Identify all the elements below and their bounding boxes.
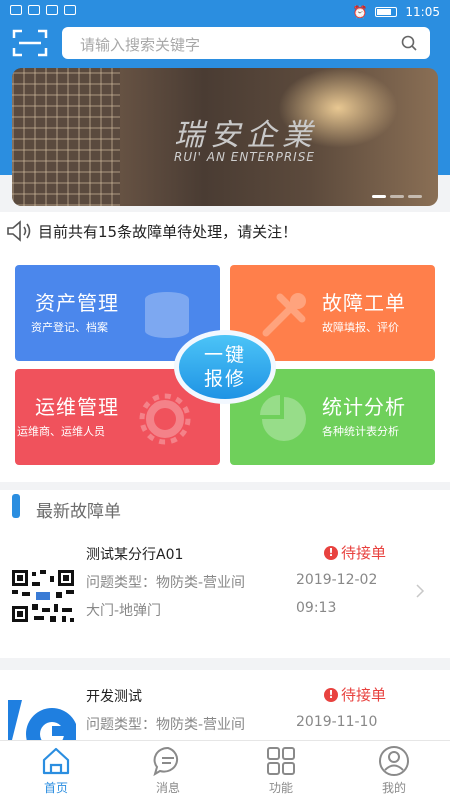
carousel-dot bbox=[408, 195, 422, 198]
qr-code-icon bbox=[10, 568, 76, 624]
tab-functions[interactable]: 功能 bbox=[241, 745, 321, 796]
order-title: 测试某分行A01 bbox=[86, 547, 184, 563]
speaker-icon bbox=[7, 220, 31, 242]
tile-subtitle: 运维商、运维人员 bbox=[17, 425, 105, 438]
tools-icon bbox=[262, 293, 306, 337]
order-location: 大门-地弹门 bbox=[86, 603, 162, 619]
alert-icon: ! bbox=[324, 687, 338, 702]
order-date: 2019-11-10 bbox=[296, 714, 378, 730]
order-date: 2019-12-02 bbox=[296, 572, 378, 588]
list-item[interactable]: 测试某分行A01 ! 待接单 问题类型：物防类-营业间 2019-12-02 大… bbox=[0, 528, 450, 658]
status-bar: ⏰ 11:05 bbox=[0, 0, 450, 26]
tab-home[interactable]: 首页 bbox=[16, 745, 96, 796]
tab-messages[interactable]: 消息 bbox=[128, 745, 208, 796]
bottom-tab-bar: 首页 消息 功能 我的 bbox=[0, 740, 450, 800]
section-accent-bar bbox=[12, 494, 20, 518]
notification-icon bbox=[46, 5, 58, 15]
scan-button[interactable] bbox=[12, 28, 48, 58]
order-time: 09:13 bbox=[296, 600, 337, 616]
repair-label-line1: 一键 bbox=[203, 344, 246, 366]
tile-subtitle: 资产登记、档案 bbox=[31, 321, 108, 334]
user-icon bbox=[379, 746, 409, 776]
banner-lattice-decoration bbox=[12, 68, 120, 206]
status-indicators bbox=[10, 5, 76, 15]
tile-title: 统计分析 bbox=[322, 395, 406, 419]
database-icon bbox=[145, 292, 189, 338]
app-logo-icon bbox=[8, 700, 76, 740]
search-input[interactable]: 请输入搜索关键字 bbox=[62, 27, 430, 59]
order-type: 问题类型：物防类-营业间 bbox=[86, 717, 246, 733]
carousel-indicator bbox=[372, 195, 422, 198]
tab-label: 消息 bbox=[155, 781, 180, 795]
status-time: 11:05 bbox=[405, 5, 440, 19]
bell-icon bbox=[64, 5, 76, 15]
status-badge: ! 待接单 bbox=[324, 542, 386, 563]
alert-icon: ! bbox=[324, 545, 338, 560]
one-click-repair-button[interactable]: 一键 报修 bbox=[174, 330, 276, 404]
repair-label-line2: 报修 bbox=[203, 368, 246, 390]
carousel-dot bbox=[372, 195, 386, 198]
signal-icon bbox=[10, 5, 22, 15]
wifi-icon bbox=[28, 5, 40, 15]
status-text: 待接单 bbox=[341, 544, 387, 562]
message-icon bbox=[153, 746, 179, 777]
grid-icon bbox=[267, 747, 295, 775]
tab-label: 我的 bbox=[381, 781, 406, 795]
search-placeholder: 请输入搜索关键字 bbox=[80, 36, 201, 54]
scan-icon bbox=[12, 29, 48, 57]
status-badge: ! 待接单 bbox=[324, 684, 386, 705]
tile-title: 故障工单 bbox=[322, 291, 406, 315]
tab-mine[interactable]: 我的 bbox=[354, 745, 434, 796]
notice-text: 目前共有15条故障单待处理，请关注！ bbox=[38, 223, 298, 241]
pie-chart-icon bbox=[260, 395, 306, 441]
tile-title: 运维管理 bbox=[35, 395, 119, 419]
latest-orders-header: 最新故障单 bbox=[0, 490, 450, 528]
tile-subtitle: 故障填报、评价 bbox=[322, 321, 399, 334]
tab-label: 功能 bbox=[268, 781, 293, 795]
tile-subtitle: 各种统计表分析 bbox=[322, 425, 399, 438]
gear-icon bbox=[139, 393, 191, 445]
order-type: 问题类型：物防类-营业间 bbox=[86, 575, 246, 591]
section-title: 最新故障单 bbox=[36, 502, 121, 522]
tile-title: 资产管理 bbox=[35, 291, 119, 315]
repair-button-face: 一键 报修 bbox=[179, 335, 271, 399]
notice-bar[interactable]: 目前共有15条故障单待处理，请关注！ bbox=[0, 212, 450, 250]
home-icon bbox=[42, 747, 70, 775]
alarm-icon: ⏰ bbox=[352, 5, 368, 19]
search-icon[interactable] bbox=[400, 34, 418, 52]
order-title: 开发测试 bbox=[86, 689, 142, 705]
chevron-right-icon bbox=[416, 584, 425, 598]
battery-icon bbox=[375, 7, 398, 17]
carousel-dot bbox=[390, 195, 404, 198]
status-right: ⏰ 11:05 bbox=[352, 5, 440, 19]
banner-subtitle: RUI' AN ENTERPRISE bbox=[174, 150, 315, 164]
banner-title: 瑞安企業 bbox=[174, 118, 318, 153]
list-item[interactable]: 开发测试 ! 待接单 问题类型：物防类-营业间 2019-11-10 bbox=[0, 670, 450, 740]
status-text: 待接单 bbox=[341, 686, 387, 704]
banner-carousel[interactable]: 瑞安企業 RUI' AN ENTERPRISE bbox=[12, 68, 438, 206]
tab-label: 首页 bbox=[43, 781, 68, 795]
